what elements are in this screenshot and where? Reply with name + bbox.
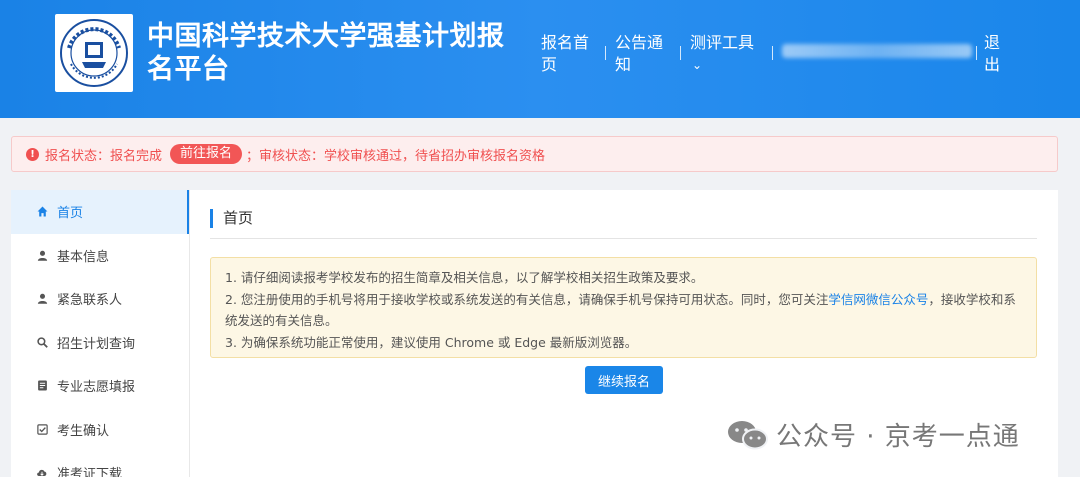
chevron-down-icon: ⌄ [692,58,703,72]
nav-tools-label: 测评工具 [690,33,755,52]
xuexin-wechat-link[interactable]: 学信网微信公众号 [828,292,928,307]
nav-tools-dropdown[interactable]: 测评工具 ⌄ [690,32,754,76]
nav-home[interactable]: 报名首页 [541,32,589,76]
nav-notice[interactable]: 公告通知 [615,32,663,76]
sidebar-item-enrollment-plan[interactable]: 招生计划查询 [11,321,189,365]
sidebar-item-label: 考生确认 [57,423,110,439]
alert-icon: ! [26,147,39,161]
site-title: 中国科学技术大学强基计划报名平台 [147,21,505,85]
watermark-text: 公众号 · 京考一点通 [776,422,1020,452]
sidebar-item-basic-info[interactable]: 基本信息 [11,234,189,278]
sidebar-item-label: 紧急联系人 [57,293,123,309]
continue-registration-button[interactable]: 继续报名 [585,366,663,394]
sidebar-item-label: 招生计划查询 [57,336,136,352]
goto-register-button[interactable]: 前往报名 [170,144,243,164]
notice-line-1: 1. 请仔细阅读报考学校发布的招生简章及相关信息，以了解学校相关招生政策及要求。 [225,270,704,285]
nav-divider [976,46,977,60]
wechat-icon [728,420,768,449]
sidebar-item-label: 专业志愿填报 [57,380,136,396]
checkbox-icon [35,424,49,435]
nav-divider [680,46,681,60]
status-prefix: 报名状态：报名完成 [45,148,163,164]
ustc-seal-icon [60,19,128,87]
notice-line-2: 2. 您注册使用的手机号将用于接收学校或系统发送的有关信息，请确保手机号保持可用… [225,289,1022,332]
sidebar-item-major-preference[interactable]: 专业志愿填报 [11,364,189,408]
cloud-download-icon [35,467,49,477]
registration-status-bar: ! 报名状态：报名完成 前往报名 ；审核状态：学校审核通过，待省招办审核报名资格 [11,136,1058,172]
user-icon [35,250,49,261]
notice-line-2-text: 2. 您注册使用的手机号将用于接收学校或系统发送的有关信息，请确保手机号保持可用… [225,291,829,307]
search-icon [35,337,49,348]
title-divider [210,238,1037,239]
form-icon [35,380,49,391]
sidebar: 首页 基本信息 紧急联系人 招生计划查询 专业志愿填报 考生确认 准考证下载 [11,190,189,477]
page-title: 首页 [210,209,253,228]
logout-link[interactable]: 退出 [984,32,1004,76]
top-header: 中国科学技术大学强基计划报名平台 报名首页 公告通知 测评工具 ⌄ 退出 [0,0,1080,118]
sidebar-item-emergency-contact[interactable]: 紧急联系人 [11,277,189,321]
university-logo[interactable] [55,14,133,92]
status-suffix: ；审核状态：学校审核通过，待省招办审核报名资格 [246,148,546,164]
notice-line-3: 3. 为确保系统功能正常使用，建议使用 Chrome 或 Edge 最新版浏览器… [225,334,638,350]
wechat-watermark: 公众号 · 京考一点通 [726,416,1020,453]
sidebar-item-label: 准考证下载 [57,467,123,477]
user-icon [35,293,49,305]
sidebar-item-home[interactable]: 首页 [11,190,189,234]
sidebar-item-label: 基本信息 [57,249,110,265]
sidebar-item-label: 首页 [57,206,84,222]
sidebar-item-admission-ticket[interactable]: 准考证下载 [11,451,189,477]
notice-box: 1. 请仔细阅读报考学校发布的招生简章及相关信息，以了解学校相关招生政策及要求。… [210,257,1037,358]
nav-divider [772,46,773,60]
home-icon [35,206,49,217]
user-name-blurred [782,44,972,58]
nav-divider [605,46,606,60]
sidebar-item-candidate-confirm[interactable]: 考生确认 [11,408,189,452]
